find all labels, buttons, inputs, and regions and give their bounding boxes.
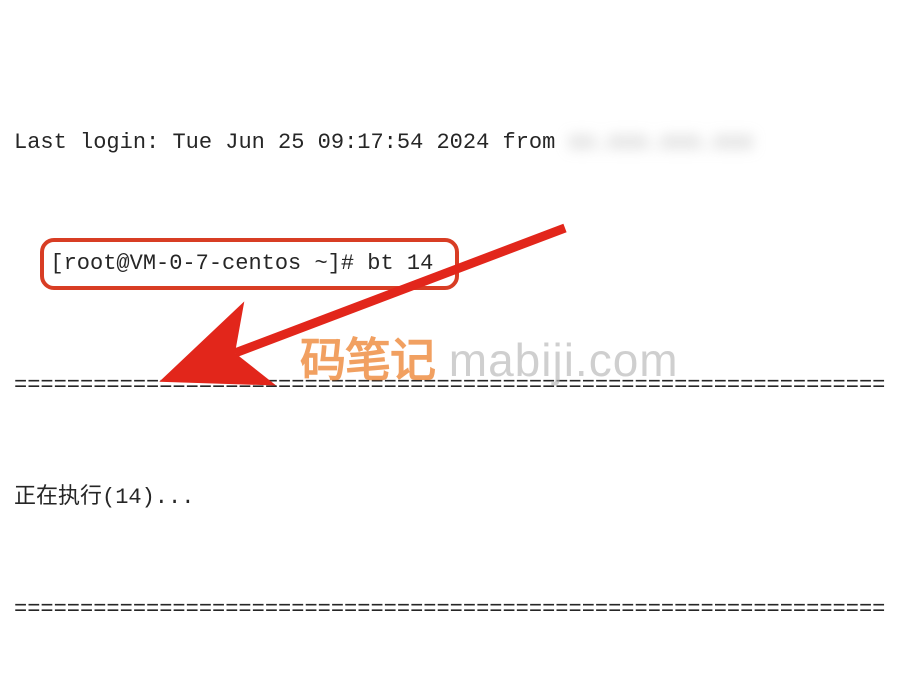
command-highlight-box: [root@VM-0-7-centos ~]# bt 14 bbox=[40, 238, 459, 289]
divider-line: ========================================… bbox=[14, 367, 886, 404]
last-login-line: Last login: Tue Jun 25 09:17:54 2024 fro… bbox=[14, 124, 886, 161]
last-login-from-word: from bbox=[489, 130, 568, 155]
divider-line: ========================================… bbox=[14, 591, 886, 628]
last-login-prefix: Last login: bbox=[14, 130, 172, 155]
last-login-ip-masked: xx.xxx.xxx.xxx bbox=[569, 130, 754, 155]
shell-prompt: [root@VM-0-7-centos ~]# bbox=[50, 251, 367, 276]
terminal-output: Last login: Tue Jun 25 09:17:54 2024 fro… bbox=[0, 0, 900, 696]
last-login-time: Tue Jun 25 09:17:54 2024 bbox=[172, 130, 489, 155]
shell-command[interactable]: bt 14 bbox=[367, 251, 433, 276]
executing-line: 正在执行(14)... bbox=[14, 479, 886, 516]
